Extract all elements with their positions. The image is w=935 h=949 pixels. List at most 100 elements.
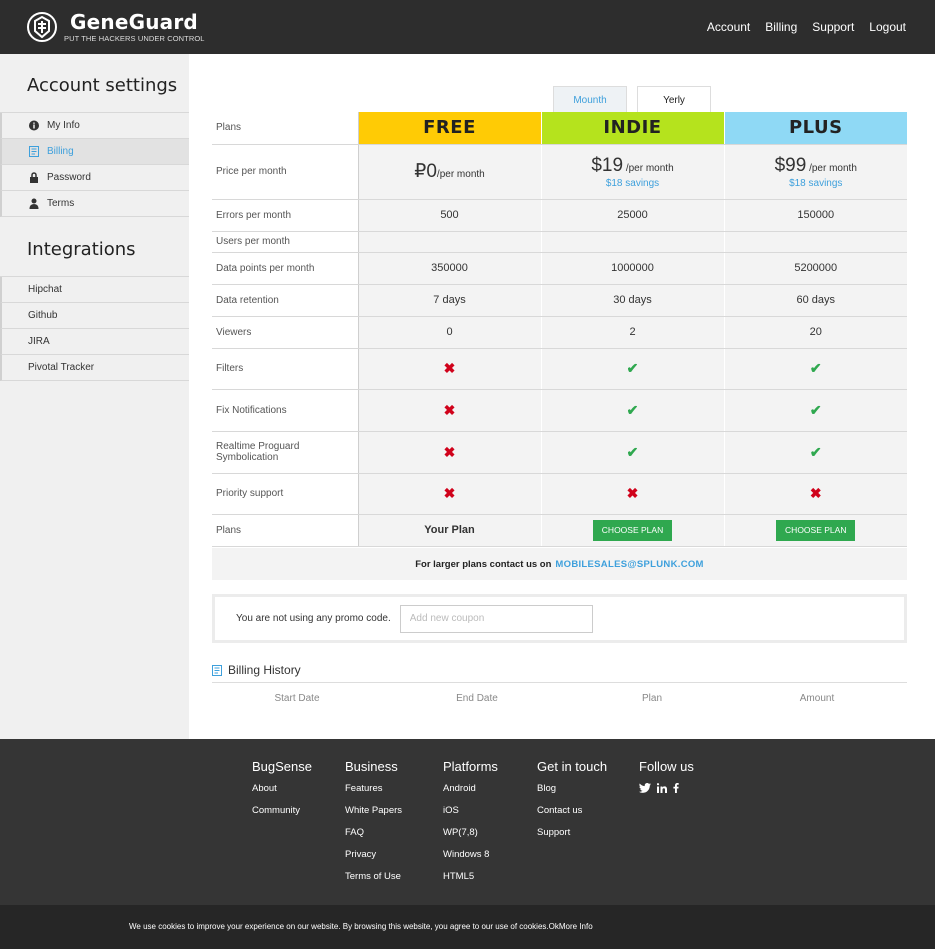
footer-link[interactable]: Blog: [537, 783, 607, 805]
table-cell: [358, 231, 542, 253]
current-plan-label: Your Plan: [424, 524, 475, 536]
footer-column-title: BugSense: [252, 759, 312, 774]
promo-box: You are not using any promo code.: [212, 594, 907, 643]
plan-name: INDIE: [603, 117, 662, 139]
footer-link[interactable]: Windows 8: [443, 849, 498, 871]
sidebar-item-label: Github: [28, 310, 58, 321]
tab-yearly[interactable]: Yerly: [637, 86, 711, 113]
row-label: Errors per month: [212, 199, 359, 232]
account-settings-list: My Info Billing Password Terms: [0, 112, 189, 217]
table-cell: 5200000: [724, 252, 907, 285]
table-row: Filters ✖ ✔ ✔: [212, 348, 907, 390]
billing-history: Billing History Start Date End Date Plan…: [212, 663, 907, 704]
choose-indie-plan-button[interactable]: CHOOSE PLAN: [593, 519, 672, 541]
footer-link[interactable]: White Papers: [345, 805, 402, 827]
row-label: Filters: [212, 348, 359, 390]
nav-logout-link[interactable]: Logout: [869, 20, 906, 34]
sidebar-item-pivotal-tracker[interactable]: Pivotal Tracker: [0, 355, 189, 381]
footer-link[interactable]: FAQ: [345, 827, 402, 849]
footer-link[interactable]: HTML5: [443, 871, 498, 893]
linkedin-icon[interactable]: [657, 783, 667, 793]
footer-link[interactable]: Features: [345, 783, 402, 805]
footer-column-get-in-touch: Get in touch Blog Contact us Support: [537, 759, 607, 849]
table-cell: 2: [541, 316, 725, 349]
tab-monthly[interactable]: Mounth: [553, 86, 627, 113]
footer-link[interactable]: Terms of Use: [345, 871, 402, 893]
nav-support-link[interactable]: Support: [812, 20, 854, 34]
table-row: Price per month ₽0/per month $19 /per mo…: [212, 144, 907, 200]
nav-account-link[interactable]: Account: [707, 20, 750, 34]
row-label: Priority support: [212, 473, 359, 515]
coupon-input[interactable]: [399, 604, 593, 633]
footer-column-business: Business Features White Papers FAQ Priva…: [345, 759, 402, 893]
feature-cell: ✖: [358, 473, 542, 515]
cross-icon: ✖: [809, 485, 822, 501]
main-content: Mounth Yerly Plans FREE INDIE PLUS Price…: [189, 54, 935, 739]
sidebar-item-hipchat[interactable]: Hipchat: [0, 277, 189, 303]
sidebar-item-terms[interactable]: Terms: [0, 191, 189, 217]
contact-text: For larger plans contact us on: [415, 558, 552, 570]
table-cell: [541, 231, 725, 253]
account-settings-title: Account settings: [27, 75, 178, 96]
sidebar-item-github[interactable]: Github: [0, 303, 189, 329]
billing-history-header: Billing History: [212, 663, 907, 683]
footer-link[interactable]: Privacy: [345, 849, 402, 871]
sidebar-item-password[interactable]: Password: [0, 165, 189, 191]
nav-billing-link[interactable]: Billing: [765, 20, 797, 34]
sales-email-link[interactable]: MOBILESALES@SPLUNK.COM: [555, 559, 703, 570]
feature-cell: ✔: [724, 431, 907, 474]
table-row: Data retention 7 days 30 days 60 days: [212, 284, 907, 317]
sidebar-item-billing[interactable]: Billing: [0, 139, 189, 165]
sidebar-item-label: Hipchat: [28, 284, 62, 295]
price-cell-free: ₽0/per month: [358, 144, 542, 200]
table-cell: 0: [358, 316, 542, 349]
footer-link[interactable]: About: [252, 783, 312, 805]
brand-name[interactable]: GeneGuard: [70, 10, 198, 34]
plans-table: Plans FREE INDIE PLUS Price per month ₽0…: [212, 112, 907, 547]
top-header: GeneGuard PUT THE HACKERS UNDER CONTROL …: [0, 0, 935, 54]
twitter-icon[interactable]: [639, 783, 651, 793]
footer-link[interactable]: WP(7,8): [443, 827, 498, 849]
cookie-notice-text[interactable]: We use cookies to improve your experienc…: [129, 922, 593, 931]
table-row: Users per month: [212, 231, 907, 253]
table-cell: 25000: [541, 199, 725, 232]
choose-plus-plan-button[interactable]: CHOOSE PLAN: [776, 519, 856, 541]
footer-column-bugsense: BugSense About Community: [252, 759, 312, 827]
table-cell: 1000000: [541, 252, 725, 285]
footer-link[interactable]: iOS: [443, 805, 498, 827]
footer-column-title: Business: [345, 759, 398, 774]
plan-name: PLUS: [788, 117, 843, 139]
feature-cell: ✖: [541, 473, 725, 515]
table-row: Realtime Proguard Symbolication ✖ ✔ ✔: [212, 431, 907, 474]
sidebar-item-jira[interactable]: JIRA: [0, 329, 189, 355]
footer-link[interactable]: Contact us: [537, 805, 607, 827]
row-label: Data retention: [212, 284, 359, 317]
feature-cell: ✖: [358, 389, 542, 432]
footer-column-follow-us: Follow us: [639, 759, 694, 793]
plan-action-plus: CHOOSE PLAN: [724, 514, 907, 547]
footer-link[interactable]: Community: [252, 805, 312, 827]
footer-column-platforms: Platforms Android iOS WP(7,8) Windows 8 …: [443, 759, 498, 893]
table-row: Viewers 0 2 20: [212, 316, 907, 349]
cross-icon: ✖: [626, 485, 639, 501]
sidebar-item-label: Terms: [47, 198, 75, 209]
logo-icon[interactable]: [27, 11, 57, 43]
footer-link[interactable]: Support: [537, 827, 607, 849]
cross-icon: ✖: [443, 360, 456, 376]
check-icon: ✔: [626, 360, 639, 376]
price-value: $99: [774, 154, 807, 176]
facebook-icon[interactable]: [673, 783, 679, 793]
table-cell: 150000: [724, 199, 907, 232]
check-icon: ✔: [809, 443, 822, 460]
feature-cell: ✖: [358, 348, 542, 390]
savings-text: $18 savings: [789, 177, 843, 189]
user-icon: [29, 198, 39, 209]
table-cell: 7 days: [358, 284, 542, 317]
sidebar-item-my-info[interactable]: My Info: [0, 113, 189, 139]
row-label: Users per month: [212, 231, 359, 253]
integrations-list: Hipchat Github JIRA Pivotal Tracker: [0, 276, 189, 381]
check-icon: ✔: [809, 401, 822, 418]
footer-link[interactable]: Android: [443, 783, 498, 805]
sidebar-item-label: JIRA: [28, 336, 50, 347]
footer-column-title: Get in touch: [537, 759, 608, 774]
